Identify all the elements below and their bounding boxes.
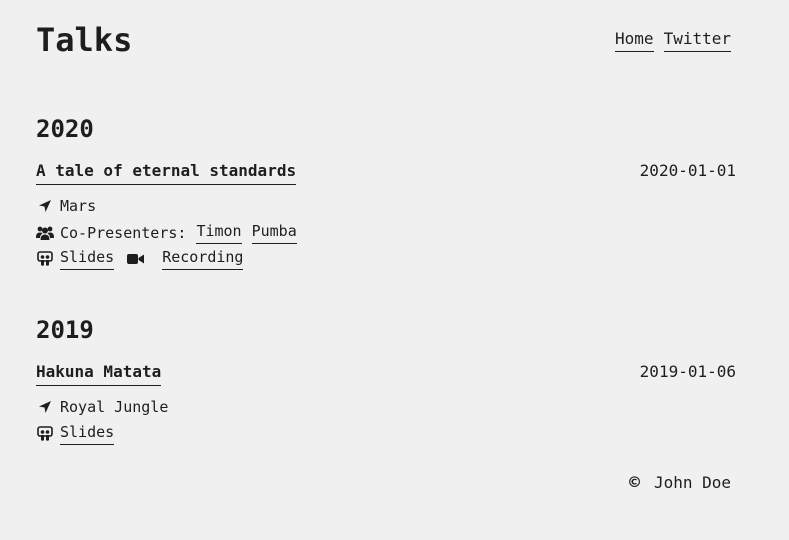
talk-title-link[interactable]: Hakuna Matata	[36, 361, 162, 386]
copresenters-label: Co-Presenters:	[60, 223, 187, 242]
talk-date: 2019-01-06	[639, 362, 736, 381]
year-heading-2020: 2020	[36, 115, 94, 143]
recording-link[interactable]: Recording	[162, 247, 244, 270]
talk-resources: Slides Recording	[36, 247, 244, 270]
talk-location: Royal Jungle	[36, 397, 168, 417]
nav-home-link[interactable]: Home	[615, 29, 654, 52]
year-heading-2019: 2019	[36, 316, 94, 344]
footer: © John Doe	[629, 473, 731, 493]
slides-link[interactable]: Slides	[60, 247, 115, 270]
slideshare-icon	[36, 425, 54, 443]
copyright-symbol: ©	[629, 472, 640, 493]
slides-link[interactable]: Slides	[60, 422, 115, 445]
talk-copresenters: Co-Presenters: Timon Pumba	[36, 221, 297, 244]
talk-date: 2020-01-01	[639, 161, 736, 180]
slideshare-icon	[36, 250, 54, 268]
site-nav: Home Twitter	[615, 29, 731, 52]
users-icon	[36, 224, 54, 242]
location-arrow-icon	[36, 398, 54, 416]
location-arrow-icon	[36, 197, 54, 215]
video-camera-icon	[126, 250, 144, 268]
page: Talks Home Twitter 2020 A tale of eterna…	[36, 0, 736, 540]
nav-twitter-link[interactable]: Twitter	[663, 29, 731, 52]
talk-location: Mars	[36, 196, 96, 216]
location-text: Royal Jungle	[60, 398, 169, 416]
talk-resources: Slides	[36, 422, 115, 445]
copresenter-link-timon[interactable]: Timon	[196, 221, 242, 244]
copresenter-link-pumba[interactable]: Pumba	[251, 221, 297, 244]
footer-author: John Doe	[653, 473, 731, 492]
location-text: Mars	[60, 197, 97, 215]
talk-title-link[interactable]: A tale of eternal standards	[36, 160, 297, 185]
page-title: Talks	[36, 21, 133, 59]
